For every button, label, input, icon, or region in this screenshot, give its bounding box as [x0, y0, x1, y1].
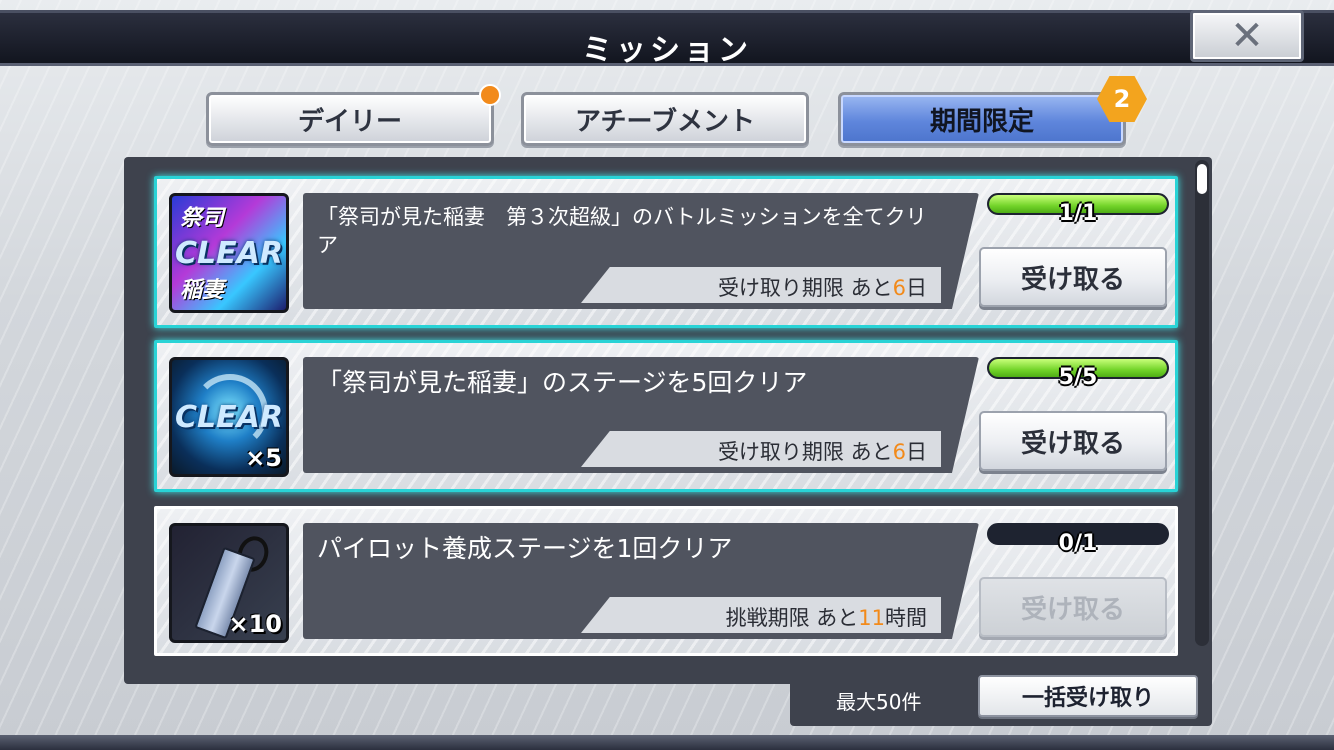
deadline-box: 挑戦期限 あと11時間 — [581, 597, 941, 633]
deadline-prefix: 受け取り期限 あと — [717, 440, 893, 464]
bulk-claim-button[interactable]: 一括受け取り — [978, 675, 1198, 717]
notification-dot — [479, 84, 501, 106]
tab-daily[interactable]: デイリー — [206, 92, 494, 146]
mission-card: 祭司 CLEAR 稲妻 「祭司が見た稲妻 第３次超級」のバトルミッションを全てク… — [154, 176, 1178, 328]
deadline-text: 挑戦期限 あと11時間 — [726, 602, 927, 632]
mission-card: ×10 パイロット養成ステージを1回クリア 挑戦期限 あと11時間 0/1 受け… — [154, 506, 1178, 656]
scrollbar[interactable] — [1195, 160, 1209, 646]
deadline-number: 11 — [858, 606, 885, 630]
deadline-unit: 時間 — [885, 606, 927, 630]
mission-description: パイロット養成ステージを1回クリア — [317, 534, 733, 563]
mission-description-box: 「祭司が見た稲妻」のステージを5回クリア 受け取り期限 あと6日 — [303, 357, 979, 473]
progress-label: 5/5 — [1058, 365, 1098, 390]
title-bar: ミッション — [0, 10, 1334, 68]
count-badge-value: 2 — [1113, 85, 1131, 113]
deadline-prefix: 挑戦期限 あと — [725, 606, 859, 630]
icon-deco-bottom: 稲妻 — [180, 278, 225, 303]
icon-clear-text: CLEAR — [175, 236, 283, 271]
progress-label: 1/1 — [1058, 201, 1098, 226]
icon-deco-top: 祭司 — [180, 206, 225, 231]
clear-emblem-icon: 祭司 CLEAR 稲妻 — [169, 193, 289, 313]
bottom-border — [0, 735, 1334, 750]
close-button[interactable]: ✕ — [1190, 10, 1304, 62]
claim-button[interactable]: 受け取る — [979, 411, 1167, 471]
mission-description-box: パイロット養成ステージを1回クリア 挑戦期限 あと11時間 — [303, 523, 979, 639]
claim-button-disabled: 受け取る — [979, 577, 1167, 637]
tab-achievement[interactable]: アチーブメント — [521, 92, 809, 146]
icon-quantity: ×5 — [245, 444, 282, 472]
progress-label: 0/1 — [1058, 531, 1098, 556]
tab-limited-label: 期間限定 — [929, 106, 1034, 137]
tab-achievement-label: アチーブメント — [575, 106, 755, 137]
tab-limited[interactable]: 期間限定 — [838, 92, 1126, 146]
close-icon: ✕ — [1230, 13, 1264, 59]
deadline-unit: 日 — [906, 276, 927, 300]
deadline-number: 6 — [892, 440, 906, 464]
deadline-unit: 日 — [906, 440, 927, 464]
deadline-box: 受け取り期限 あと6日 — [581, 431, 941, 467]
mission-description-box: 「祭司が見た稲妻 第３次超級」のバトルミッションを全てクリア 受け取り期限 あと… — [303, 193, 979, 309]
deadline-number: 6 — [892, 276, 906, 300]
deadline-text: 受け取り期限 あと6日 — [718, 436, 927, 466]
tab-daily-label: デイリー — [297, 106, 402, 137]
deadline-prefix: 受け取り期限 あと — [717, 276, 893, 300]
max-count-label: 最大50件 — [836, 690, 922, 714]
deadline-box: 受け取り期限 あと6日 — [581, 267, 941, 303]
mission-description: 「祭司が見た稲妻 第３次超級」のバトルミッションを全てクリア — [317, 205, 927, 257]
mission-description: 「祭司が見た稲妻」のステージを5回クリア — [317, 368, 808, 397]
mission-card: CLEAR ×5 「祭司が見た稲妻」のステージを5回クリア 受け取り期限 あと6… — [154, 340, 1178, 492]
claim-button[interactable]: 受け取る — [979, 247, 1167, 307]
scrollbar-thumb[interactable] — [1197, 164, 1207, 194]
icon-quantity: ×10 — [228, 610, 282, 638]
pilot-tag-icon: ×10 — [169, 523, 289, 643]
icon-clear-text: CLEAR — [175, 400, 283, 435]
deadline-text: 受け取り期限 あと6日 — [718, 272, 927, 302]
clear-orb-icon: CLEAR ×5 — [169, 357, 289, 477]
page-title: ミッション — [582, 33, 752, 68]
